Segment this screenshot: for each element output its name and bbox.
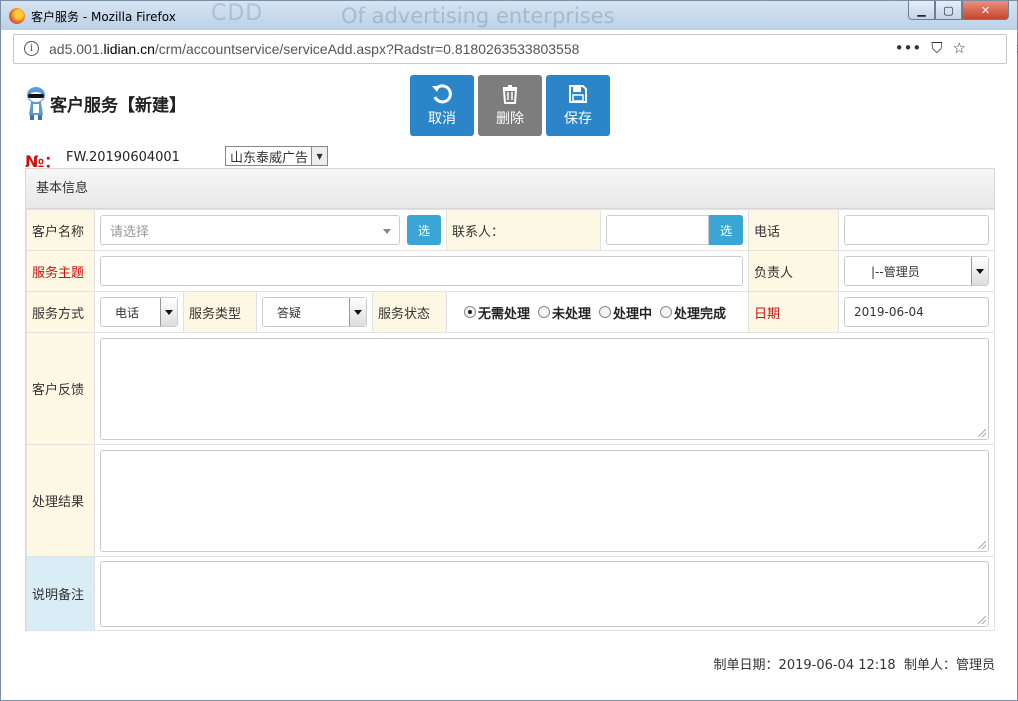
window-controls: ▁ ▢ ✕ bbox=[908, 1, 1009, 20]
owner-label: 负责人 bbox=[748, 250, 839, 292]
resize-grip-icon[interactable] bbox=[978, 615, 986, 624]
firefox-icon bbox=[9, 8, 25, 24]
service-form: 客户名称 请选择 选 联系人： 选 电话 服务主题 负责人 |--管理员 服务方… bbox=[26, 209, 995, 631]
phone-label: 电话 bbox=[748, 209, 839, 251]
method-label: 服务方式 bbox=[26, 291, 95, 333]
subject-label: 服务主题 bbox=[26, 250, 95, 292]
customer-label: 客户名称 bbox=[26, 209, 95, 251]
date-label: 日期 bbox=[748, 291, 839, 333]
chevron-down-icon bbox=[971, 257, 988, 285]
creator-label: 制单人： bbox=[903, 658, 956, 673]
page-content: 客户服务【新建】 取消 删除 保存 №： FW.20190604001 山东泰威… bbox=[1, 66, 1017, 700]
maximize-button[interactable]: ▢ bbox=[935, 1, 962, 20]
company-value: 山东泰威广告 bbox=[230, 150, 309, 166]
cancel-button[interactable]: 取消 bbox=[410, 75, 474, 136]
owner-select[interactable]: |--管理员 bbox=[844, 256, 989, 286]
result-textarea[interactable] bbox=[100, 449, 989, 552]
notes-label: 说明备注 bbox=[26, 556, 95, 631]
created-date-label: 制单日期： bbox=[713, 658, 779, 673]
customer-placeholder: 请选择 bbox=[110, 224, 150, 240]
title-bar: CDD Of advertising enterprises 客户服务 - Mo… bbox=[1, 1, 1017, 30]
basic-info-panel: 基本信息 客户名称 请选择 选 联系人： 选 电话 服务主题 负责人 |--管理… bbox=[25, 168, 995, 631]
status-radio-group: 无需处理 未处理 处理中 处理完成 bbox=[452, 303, 743, 322]
save-button[interactable]: 保存 bbox=[546, 75, 610, 136]
type-select[interactable]: 答疑 bbox=[262, 297, 367, 327]
method-select[interactable]: 电话 bbox=[100, 297, 178, 327]
close-button[interactable]: ✕ bbox=[962, 1, 1009, 20]
undo-icon bbox=[432, 83, 452, 103]
trash-icon bbox=[502, 84, 518, 104]
chevron-down-icon bbox=[349, 298, 366, 326]
status-option-processing[interactable]: 处理中 bbox=[599, 303, 652, 322]
radio-icon bbox=[599, 306, 612, 318]
subject-input[interactable] bbox=[100, 256, 743, 286]
url-path: /crm/accountservice/serviceAdd.aspx?Rads… bbox=[154, 41, 580, 57]
panel-heading: 基本信息 bbox=[26, 169, 994, 209]
created-date-value: 2019-06-04 12:18 bbox=[778, 658, 896, 673]
notes-textarea[interactable] bbox=[100, 560, 989, 627]
toolbar: 取消 删除 保存 bbox=[410, 75, 610, 136]
status-label: 服务状态 bbox=[372, 292, 446, 332]
contact-input[interactable] bbox=[606, 215, 710, 245]
type-label: 服务类型 bbox=[183, 292, 257, 332]
status-option-done[interactable]: 处理完成 bbox=[660, 303, 726, 322]
url-domain: lidian.cn bbox=[103, 41, 155, 57]
feedback-label: 客户反馈 bbox=[26, 332, 95, 445]
feedback-textarea[interactable] bbox=[100, 337, 989, 440]
info-icon[interactable]: i bbox=[24, 41, 39, 56]
floppy-disk-icon bbox=[569, 84, 587, 103]
cancel-label: 取消 bbox=[428, 110, 456, 127]
url-prefix: ad5.001. bbox=[49, 41, 104, 57]
radio-icon bbox=[660, 306, 673, 318]
number-value: FW.20190604001 bbox=[66, 150, 180, 165]
footer-meta: 制单日期：2019-06-04 12:18 制单人：管理员 bbox=[714, 654, 995, 673]
caret-down-icon bbox=[383, 229, 391, 234]
page-title: 客户服务【新建】 bbox=[50, 96, 186, 116]
phone-input[interactable] bbox=[844, 215, 989, 245]
watermark-text: CDD bbox=[211, 1, 264, 26]
minimize-button[interactable]: ▁ bbox=[908, 1, 935, 20]
contact-label: 联系人： bbox=[446, 209, 601, 251]
type-value: 答疑 bbox=[277, 305, 302, 320]
url-actions: ••• ⛉ ☆ bbox=[895, 39, 966, 57]
mascot-logo-icon bbox=[27, 87, 45, 120]
customer-select[interactable]: 请选择 bbox=[100, 215, 400, 245]
browser-window: CDD Of advertising enterprises 客户服务 - Mo… bbox=[0, 0, 1018, 701]
date-input[interactable]: 2019-06-04 bbox=[844, 297, 989, 327]
resize-grip-icon[interactable] bbox=[978, 428, 986, 437]
more-icon[interactable]: ••• bbox=[895, 39, 922, 57]
pocket-icon[interactable]: ⛉ bbox=[931, 39, 942, 57]
save-label: 保存 bbox=[564, 110, 592, 127]
status-option-pending[interactable]: 未处理 bbox=[538, 303, 591, 322]
status-option-none[interactable]: 无需处理 bbox=[464, 303, 530, 322]
contact-pick-button[interactable]: 选 bbox=[709, 215, 743, 245]
resize-grip-icon[interactable] bbox=[978, 540, 986, 549]
radio-icon bbox=[538, 306, 551, 318]
window-title: 客户服务 - Mozilla Firefox bbox=[31, 10, 176, 24]
bookmark-star-icon[interactable]: ☆ bbox=[953, 39, 966, 57]
customer-pick-button[interactable]: 选 bbox=[407, 215, 441, 245]
method-value: 电话 bbox=[115, 305, 140, 320]
watermark-tagline: Of advertising enterprises bbox=[341, 4, 615, 28]
result-label: 处理结果 bbox=[26, 444, 95, 557]
address-bar[interactable]: i ad5.001.lidian.cn/crm/accountservice/s… bbox=[13, 34, 1018, 64]
owner-value: |--管理员 bbox=[871, 264, 920, 279]
chevron-down-icon: ▼ bbox=[311, 147, 328, 165]
delete-label: 删除 bbox=[496, 110, 524, 127]
creator-value: 管理员 bbox=[955, 658, 995, 673]
radio-selected-icon bbox=[464, 306, 476, 318]
chevron-down-icon bbox=[160, 298, 177, 326]
url-text[interactable]: ad5.001.lidian.cn/crm/accountservice/ser… bbox=[49, 41, 579, 57]
delete-button[interactable]: 删除 bbox=[478, 75, 542, 136]
company-select[interactable]: 山东泰威广告 ▼ bbox=[225, 146, 329, 166]
